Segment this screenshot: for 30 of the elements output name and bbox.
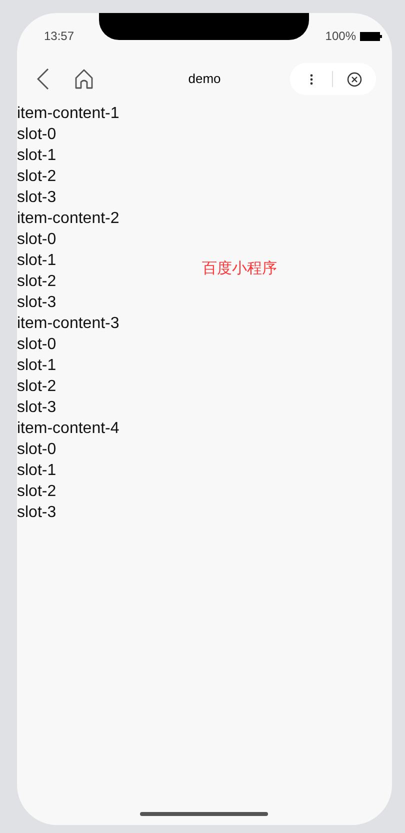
- slot-text: slot-2: [17, 167, 56, 187]
- battery-text: 100%: [325, 28, 356, 45]
- item-content: item-content-1: [17, 104, 120, 124]
- more-icon: [310, 74, 312, 84]
- item-content: item-content-4: [17, 419, 120, 439]
- slot-text: slot-3: [17, 188, 56, 208]
- home-button[interactable]: [73, 68, 95, 90]
- slot-text: slot-0: [17, 335, 56, 355]
- battery-icon: [360, 32, 382, 40]
- overlay-label: 百度小程序: [202, 259, 277, 279]
- item-content: item-content-3: [17, 314, 120, 334]
- slot-text: slot-3: [17, 398, 56, 418]
- back-icon: [37, 68, 49, 90]
- home-icon: [74, 69, 94, 89]
- slot-text: slot-1: [17, 146, 56, 166]
- slot-text: slot-2: [17, 482, 56, 502]
- page-title: demo: [188, 70, 221, 88]
- slot-text: slot-1: [17, 356, 56, 376]
- status-time: 13:57: [44, 28, 74, 45]
- slot-text: slot-0: [17, 125, 56, 145]
- item-content: item-content-2: [17, 209, 120, 229]
- slot-text: slot-0: [17, 230, 56, 250]
- slot-text: slot-2: [17, 272, 56, 292]
- slot-text: slot-1: [17, 461, 56, 481]
- slot-text: slot-2: [17, 377, 56, 397]
- slot-text: slot-0: [17, 440, 56, 460]
- close-icon: [346, 72, 362, 86]
- slot-text: slot-1: [17, 251, 56, 271]
- slot-text: slot-3: [17, 293, 56, 313]
- slot-text: slot-3: [17, 503, 56, 523]
